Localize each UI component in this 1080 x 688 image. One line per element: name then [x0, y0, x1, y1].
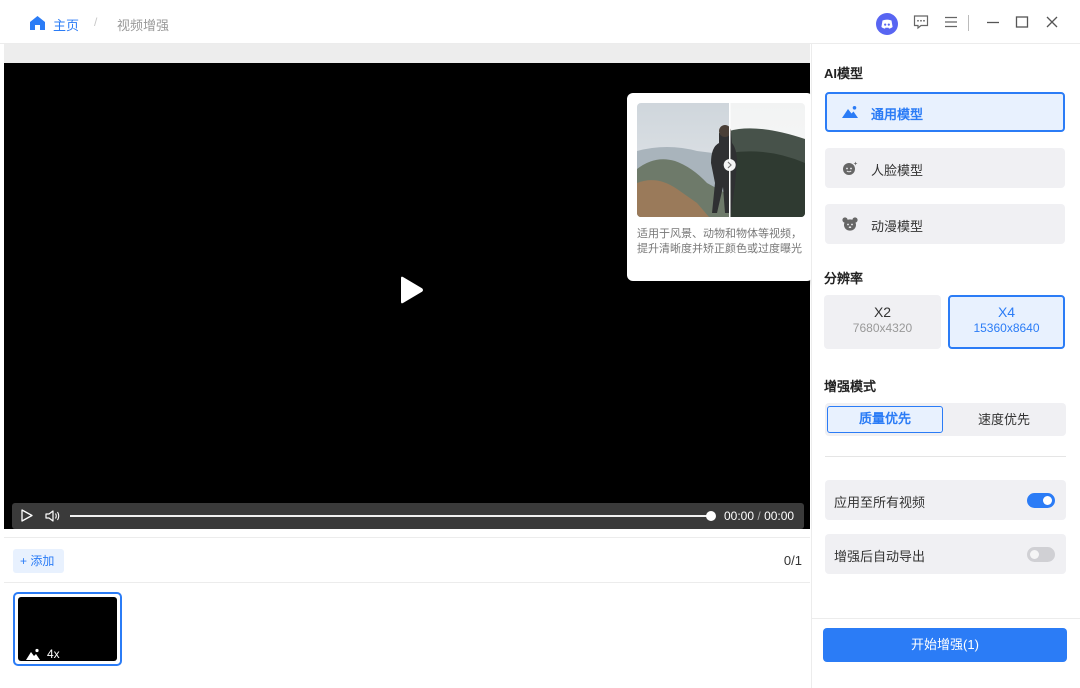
add-button[interactable]: + 添加: [13, 549, 65, 573]
toggle-knob: [1030, 550, 1039, 559]
start-enhance-button[interactable]: 开始增强(1): [823, 628, 1067, 662]
mode-speed[interactable]: 速度优先: [946, 406, 1062, 433]
model-tooltip: 适用于风景、动物和物体等视频，提升清晰度并矫正颜色或过度曝光: [627, 93, 813, 281]
landscape-icon: [842, 106, 858, 118]
menu-icon[interactable]: [943, 14, 959, 30]
model-general-label: 通用模型: [871, 107, 924, 122]
anime-icon: [842, 217, 858, 231]
close-icon[interactable]: [1044, 14, 1060, 30]
auto-export-row: 增强后自动导出: [825, 534, 1066, 574]
maximize-icon[interactable]: [1014, 14, 1030, 30]
home-icon[interactable]: [30, 16, 45, 30]
model-general[interactable]: 通用模型: [825, 92, 1065, 132]
file-counter: 0/1: [783, 553, 802, 568]
auto-export-label: 增强后自动导出: [834, 549, 926, 564]
resolution-title: 分辨率: [824, 271, 864, 286]
time-total: 00:00: [764, 509, 795, 523]
apply-all-row: 应用至所有视频: [825, 480, 1066, 520]
apply-all-label: 应用至所有视频: [834, 495, 926, 510]
model-preview-image: [637, 103, 805, 217]
play-icon[interactable]: [398, 276, 424, 304]
titlebar-divider: [968, 15, 969, 31]
resolution-x2[interactable]: X2 7680x4320: [824, 295, 941, 349]
control-play-icon[interactable]: [21, 509, 33, 522]
resolution-x4-size: 15360x8640: [973, 321, 1040, 335]
player-controls: 00:00 / 00:00: [12, 503, 804, 529]
apply-all-toggle[interactable]: [1027, 493, 1055, 508]
breadcrumb-separator: /: [94, 15, 98, 29]
resolution-x2-size: 7680x4320: [852, 321, 913, 335]
auto-export-toggle[interactable]: [1027, 547, 1055, 562]
file-list-bar: + 添加 0/1: [4, 537, 810, 583]
model-face-label: 人脸模型: [871, 163, 924, 178]
thumbnail-scale-label: 4x: [47, 647, 60, 661]
time-display: 00:00 / 00:00: [724, 509, 794, 523]
feedback-icon[interactable]: [913, 14, 929, 30]
volume-icon[interactable]: [45, 509, 61, 523]
time-current: 00:00: [724, 509, 755, 523]
video-top-strip: [4, 44, 810, 63]
mode-quality[interactable]: 质量优先: [827, 406, 943, 433]
progress-handle[interactable]: [706, 511, 716, 521]
model-face[interactable]: 人脸模型: [825, 148, 1065, 188]
title-bar: 主页 / 视频增强: [0, 0, 1080, 44]
model-anime[interactable]: 动漫模型: [825, 204, 1065, 244]
resolution-x2-scale: X2: [873, 304, 892, 320]
landscape-icon: [26, 648, 40, 660]
model-anime-label: 动漫模型: [871, 219, 924, 234]
model-description: 适用于风景、动物和物体等视频，提升清晰度并矫正颜色或过度曝光: [637, 228, 802, 255]
resolution-x4[interactable]: X4 15360x8640: [948, 295, 1065, 349]
time-separator: /: [757, 509, 761, 523]
minimize-icon[interactable]: [985, 14, 1001, 30]
panel-divider: [825, 456, 1066, 457]
enhance-mode-group: 质量优先 速度优先: [825, 403, 1066, 436]
panel-bottom-separator: [812, 618, 1080, 619]
face-icon: [843, 161, 858, 175]
breadcrumb-home[interactable]: 主页: [53, 15, 79, 34]
progress-bar[interactable]: [70, 515, 710, 517]
resolution-x4-scale: X4: [997, 304, 1016, 320]
video-thumbnail[interactable]: 4x: [13, 592, 122, 666]
toggle-knob: [1043, 496, 1052, 505]
breadcrumb-current: 视频增强: [117, 18, 170, 33]
ai-model-title: AI模型: [824, 66, 864, 81]
thumbnail-preview: 4x: [18, 597, 117, 661]
settings-panel: AI模型 通用模型 人脸模型 动漫模型 分辨率 X2 7680x4320 X4 …: [811, 44, 1080, 688]
discord-icon[interactable]: [876, 13, 898, 35]
mode-title: 增强模式: [824, 379, 877, 394]
